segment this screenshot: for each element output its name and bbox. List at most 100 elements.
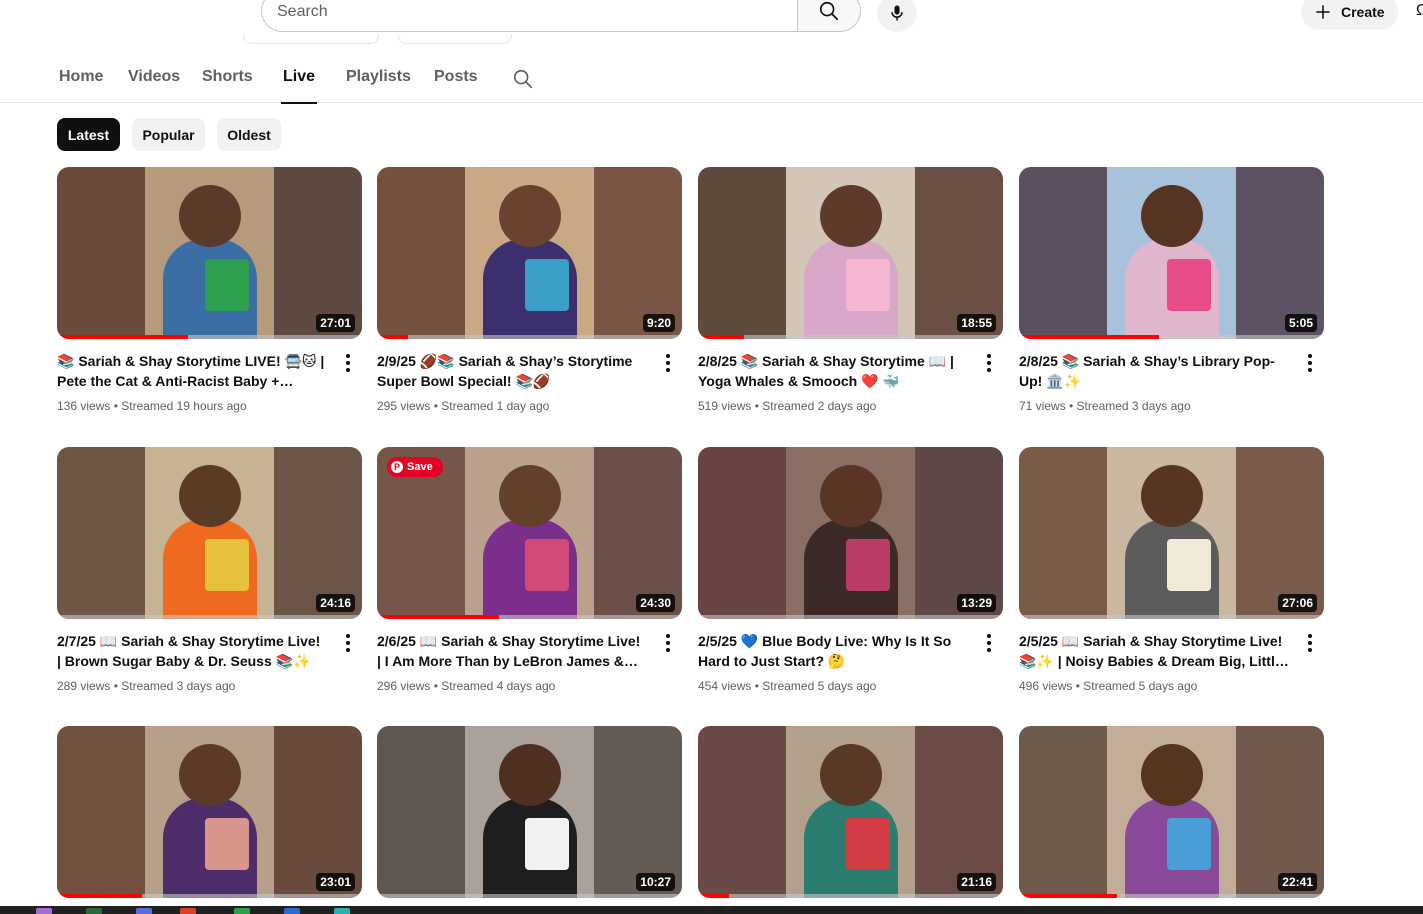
watch-progress (1019, 615, 1324, 619)
video-card[interactable]: 10:27 (377, 726, 682, 898)
video-thumbnail[interactable]: P Save 24:30 (377, 447, 682, 619)
video-card[interactable]: 27:06 2/5/25 📖 Sariah & Shay Storytime L… (1019, 447, 1324, 695)
video-title[interactable]: 2/6/25 📖 Sariah & Shay Storytime Live! |… (377, 631, 648, 671)
video-card[interactable]: 5:05 2/8/25 📚 Sariah & Shay’s Library Po… (1019, 167, 1324, 415)
tab-playlists[interactable]: Playlists (346, 68, 411, 103)
thumbnail-image (465, 447, 594, 619)
video-stats: 519 views • Streamed 2 days ago (698, 399, 877, 413)
watch-progress (698, 615, 1003, 619)
video-thumbnail[interactable]: 24:16 (57, 447, 362, 619)
pinterest-save-button[interactable]: P Save (387, 457, 443, 477)
thumbnail-image (1107, 447, 1236, 619)
kebab-menu-icon (1308, 353, 1312, 374)
video-meta: 2/9/25 🏈📚 Sariah & Shay’s Storytime Supe… (377, 351, 682, 415)
search-box[interactable] (261, 0, 798, 32)
taskbar (0, 906, 1423, 914)
video-card[interactable]: 9:20 2/9/25 🏈📚 Sariah & Shay’s Storytime… (377, 167, 682, 415)
more-actions-button[interactable] (336, 351, 360, 375)
tab-posts[interactable]: Posts (434, 68, 478, 103)
create-button[interactable]: Create (1301, 0, 1398, 30)
kebab-menu-icon (987, 633, 991, 654)
thumbnail-blur-left (1019, 447, 1107, 619)
video-thumbnail[interactable]: 10:27 (377, 726, 682, 898)
kebab-menu-icon (666, 633, 670, 654)
video-meta: 2/8/25 📚 Sariah & Shay’s Library Pop-Up!… (1019, 351, 1324, 415)
video-card[interactable]: 13:29 2/5/25 💙 Blue Body Live: Why Is It… (698, 447, 1003, 695)
video-duration: 24:16 (316, 594, 355, 612)
video-thumbnail[interactable]: 27:06 (1019, 447, 1324, 619)
watch-progress (57, 615, 362, 619)
thumbnail-blur-left (57, 167, 145, 339)
video-thumbnail[interactable]: 22:41 (1019, 726, 1324, 898)
watch-progress (698, 894, 1003, 898)
watch-progress (57, 894, 362, 898)
video-meta: 📚 Sariah & Shay Storytime LIVE! 🚍🐱 | Pet… (57, 351, 362, 415)
video-meta: 2/6/25 📖 Sariah & Shay Storytime Live! |… (377, 631, 682, 695)
pinterest-save-label: Save (407, 461, 433, 473)
video-card[interactable]: 27:01 📚 Sariah & Shay Storytime LIVE! 🚍🐱… (57, 167, 362, 415)
video-thumbnail[interactable]: 9:20 (377, 167, 682, 339)
thumbnail-blur-left (1019, 726, 1107, 898)
video-card[interactable]: 24:16 2/7/25 📖 Sariah & Shay Storytime L… (57, 447, 362, 695)
video-title[interactable]: 📚 Sariah & Shay Storytime LIVE! 🚍🐱 | Pet… (57, 351, 328, 391)
video-card[interactable]: 21:16 (698, 726, 1003, 898)
more-actions-button[interactable] (336, 631, 360, 655)
video-card[interactable]: P Save 24:30 2/6/25 📖 Sariah & Shay Stor… (377, 447, 682, 695)
more-actions-button[interactable] (656, 631, 680, 655)
video-title[interactable]: 2/5/25 📖 Sariah & Shay Storytime Live! 📚… (1019, 631, 1290, 671)
notifications-icon[interactable]: Ω (1416, 2, 1423, 20)
thumbnail-blur-left (698, 447, 786, 619)
video-title[interactable]: 2/5/25 💙 Blue Body Live: Why Is It So Ha… (698, 631, 969, 671)
thumbnail-blur-left (698, 726, 786, 898)
video-card[interactable]: 18:55 2/8/25 📚 Sariah & Shay Storytime 📖… (698, 167, 1003, 415)
filter-latest[interactable]: Latest (57, 118, 120, 151)
video-stats: 71 views • Streamed 3 days ago (1019, 399, 1191, 413)
video-title[interactable]: 2/8/25 📚 Sariah & Shay’s Library Pop-Up!… (1019, 351, 1290, 391)
search-button[interactable] (797, 0, 861, 32)
video-title[interactable]: 2/8/25 📚 Sariah & Shay Storytime 📖 | Yog… (698, 351, 969, 391)
thumbnail-image (1107, 167, 1236, 339)
video-duration: 13:29 (957, 594, 996, 612)
tab-live[interactable]: Live (280, 68, 318, 104)
video-thumbnail[interactable]: 23:01 (57, 726, 362, 898)
kebab-menu-icon (346, 353, 350, 374)
watch-progress (377, 894, 682, 898)
thumbnail-image (786, 447, 915, 619)
microphone-icon (891, 5, 903, 21)
tab-videos[interactable]: Videos (128, 68, 180, 103)
video-card[interactable]: 22:41 (1019, 726, 1324, 898)
video-thumbnail[interactable]: 21:16 (698, 726, 1003, 898)
kebab-menu-icon (1308, 633, 1312, 654)
more-actions-button[interactable] (1298, 631, 1322, 655)
kebab-menu-icon (346, 633, 350, 654)
filter-popular[interactable]: Popular (132, 118, 205, 151)
tab-shorts[interactable]: Shorts (202, 68, 253, 103)
chip-ghost (243, 34, 379, 44)
video-thumbnail[interactable]: 5:05 (1019, 167, 1324, 339)
video-meta: 2/7/25 📖 Sariah & Shay Storytime Live! |… (57, 631, 362, 695)
tab-home[interactable]: Home (59, 68, 103, 103)
video-title[interactable]: 2/7/25 📖 Sariah & Shay Storytime Live! |… (57, 631, 328, 671)
video-title[interactable]: 2/9/25 🏈📚 Sariah & Shay’s Storytime Supe… (377, 351, 648, 391)
voice-search-button[interactable] (877, 0, 917, 32)
more-actions-button[interactable] (1298, 351, 1322, 375)
chip-ghost (398, 34, 512, 44)
filter-oldest[interactable]: Oldest (217, 118, 281, 151)
search-icon (819, 1, 839, 21)
plus-icon (1316, 5, 1330, 19)
video-duration: 21:16 (957, 873, 996, 891)
video-duration: 22:41 (1278, 873, 1317, 891)
video-duration: 9:20 (642, 314, 675, 332)
channel-search-icon[interactable] (512, 68, 534, 90)
more-actions-button[interactable] (656, 351, 680, 375)
video-card[interactable]: 23:01 (57, 726, 362, 898)
more-actions-button[interactable] (977, 631, 1001, 655)
video-thumbnail[interactable]: 18:55 (698, 167, 1003, 339)
thumbnail-blur-left (57, 447, 145, 619)
more-actions-button[interactable] (977, 351, 1001, 375)
video-stats: 454 views • Streamed 5 days ago (698, 679, 877, 693)
video-thumbnail[interactable]: 27:01 (57, 167, 362, 339)
thumbnail-image (465, 167, 594, 339)
video-thumbnail[interactable]: 13:29 (698, 447, 1003, 619)
search-input[interactable] (277, 1, 777, 23)
